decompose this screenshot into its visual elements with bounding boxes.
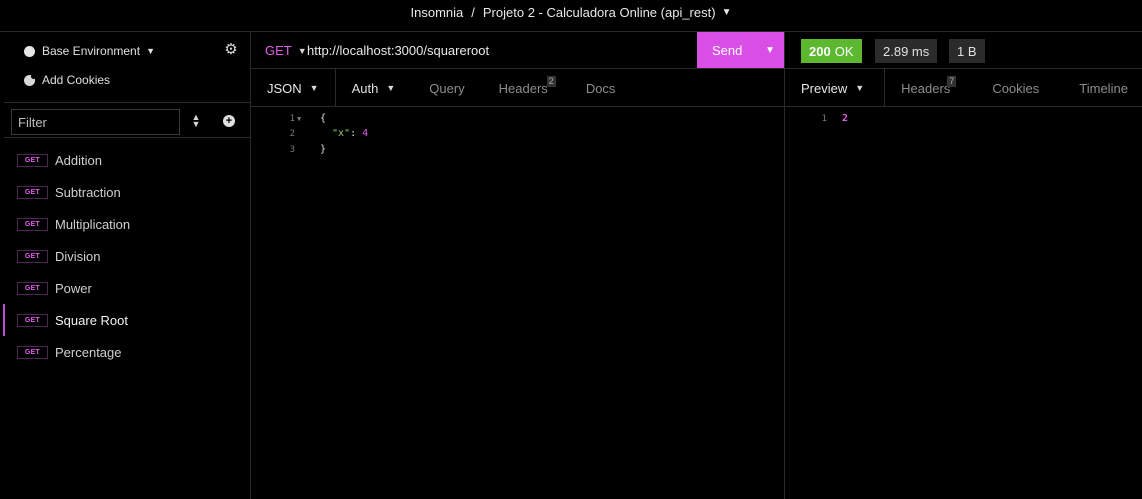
tab-label: Auth	[351, 80, 379, 96]
chevron-down-icon: ▼	[146, 46, 155, 56]
request-item-power[interactable]: GET Power	[0, 272, 250, 304]
json-value: 4	[362, 128, 369, 139]
tab-label: Timeline	[1079, 80, 1128, 96]
request-name: Subtraction	[55, 184, 121, 200]
environment-dot-icon	[24, 45, 35, 57]
chevron-down-icon: ▼	[855, 83, 865, 93]
code-line: "x": 4	[332, 128, 368, 139]
filter-row: ▲▼ +	[4, 102, 250, 138]
brace: }	[320, 144, 327, 155]
code-line: {	[320, 113, 326, 124]
send-button[interactable]: Send ▼	[697, 32, 784, 68]
chevron-down-icon: ▼	[309, 83, 319, 93]
response-status-bar: 200 OK 2.89 ms 1 B	[785, 32, 1142, 69]
chevron-down-icon[interactable]: ▼	[722, 7, 732, 18]
line-number: 1	[289, 114, 295, 124]
response-preview[interactable]: 1 2	[785, 107, 1142, 499]
request-item-addition[interactable]: GET Addition	[0, 144, 250, 176]
workspace-name[interactable]: Projeto 2 - Calculadora Online (api_rest…	[483, 5, 716, 20]
json-colon: :	[350, 128, 363, 139]
sort-icon[interactable]: ▲ ▼	[191, 113, 201, 129]
chevron-down-icon: ▼	[386, 83, 396, 93]
tab-label: Docs	[585, 80, 616, 96]
tab-response-headers[interactable]: Headers 7	[885, 69, 976, 107]
tab-label: Query	[429, 80, 465, 96]
chevron-down-icon[interactable]: ▼	[765, 45, 775, 56]
request-item-multiplication[interactable]: GET Multiplication	[0, 208, 250, 240]
method-badge: GET	[17, 313, 48, 327]
url-input[interactable]: http://localhost:3000/squareroot	[307, 43, 489, 58]
title-separator: /	[471, 4, 475, 20]
request-name: Square Root	[55, 312, 128, 328]
app-name: Insomnia	[410, 4, 464, 20]
method-badge: GET	[17, 153, 48, 167]
status-badge: 200 OK	[801, 39, 862, 63]
response-time: 2.89 ms	[875, 39, 938, 63]
status-text: OK	[834, 43, 854, 59]
method-badge: GET	[17, 249, 48, 263]
tab-label: Preview	[801, 80, 848, 96]
request-item-division[interactable]: GET Division	[0, 240, 250, 272]
tab-auth[interactable]: Auth ▼	[336, 69, 412, 107]
code-line: }	[320, 144, 326, 155]
tab-timeline[interactable]: Timeline	[1063, 69, 1142, 107]
request-name: Multiplication	[55, 216, 131, 232]
request-item-subtraction[interactable]: GET Subtraction	[0, 176, 250, 208]
tab-label: Headers	[901, 80, 951, 96]
status-code: 200	[809, 43, 831, 59]
method-badge: GET	[17, 345, 48, 359]
request-item-square-root[interactable]: GET Square Root	[0, 304, 250, 336]
environment-selector[interactable]: Base Environment ▼	[24, 44, 155, 58]
tab-label: JSON	[267, 80, 302, 96]
method-selector[interactable]: GET ▼	[265, 43, 307, 58]
tab-headers[interactable]: Headers 2	[481, 69, 570, 107]
tab-preview[interactable]: Preview ▼	[785, 69, 886, 107]
cookie-icon	[24, 73, 36, 86]
method-badge: GET	[17, 217, 48, 231]
headers-count-badge: 2	[546, 76, 556, 87]
request-name: Division	[55, 248, 101, 264]
filter-input[interactable]	[11, 109, 180, 135]
title-bar[interactable]: Insomnia / Projeto 2 - Calculadora Onlin…	[0, 0, 1142, 24]
tab-docs[interactable]: Docs	[570, 69, 632, 107]
request-name: Percentage	[55, 344, 122, 360]
gear-icon[interactable]: ⚙	[223, 42, 239, 58]
headers-count-badge: 7	[947, 76, 957, 87]
response-tabs: Preview ▼ Headers 7 Cookies Timeline	[785, 69, 1142, 107]
request-body-editor[interactable]: 1 ▼ { 2 "x": 4 3 }	[251, 107, 784, 499]
response-body: 2	[842, 113, 849, 124]
method-label: GET	[265, 43, 292, 58]
request-item-percentage[interactable]: GET Percentage	[0, 336, 250, 368]
request-list: GET Addition GET Subtraction GET Multipl…	[0, 144, 250, 368]
response-size: 1 B	[949, 39, 985, 63]
line-number: 2	[289, 129, 295, 139]
add-cookies-button[interactable]: Add Cookies	[24, 73, 110, 87]
environment-label: Base Environment	[42, 44, 141, 58]
url-bar: GET ▼ http://localhost:3000/squareroot S…	[251, 32, 784, 69]
chevron-down-icon: ▼	[297, 45, 307, 56]
request-name: Addition	[55, 152, 102, 168]
method-badge: GET	[17, 185, 48, 199]
sidebar: Base Environment ▼ ⚙ Add Cookies ▲▼ + GE…	[0, 32, 251, 499]
tab-label: Cookies	[992, 80, 1040, 96]
json-key: "x"	[332, 128, 351, 139]
tab-json[interactable]: JSON ▼	[251, 69, 336, 107]
tab-cookies[interactable]: Cookies	[976, 69, 1063, 107]
request-name: Power	[55, 280, 92, 296]
request-tabs: JSON ▼ Auth ▼ Query Headers 2 Docs	[251, 69, 784, 107]
brace: {	[320, 113, 327, 124]
add-icon[interactable]: +	[223, 115, 235, 127]
send-label: Send	[712, 42, 743, 58]
tab-label: Headers	[498, 80, 548, 96]
add-cookies-label: Add Cookies	[42, 73, 111, 87]
fold-icon[interactable]: ▼	[297, 115, 301, 123]
method-badge: GET	[17, 281, 48, 295]
line-number: 3	[289, 145, 295, 155]
line-number: 1	[821, 114, 827, 124]
tab-query[interactable]: Query	[411, 69, 480, 107]
